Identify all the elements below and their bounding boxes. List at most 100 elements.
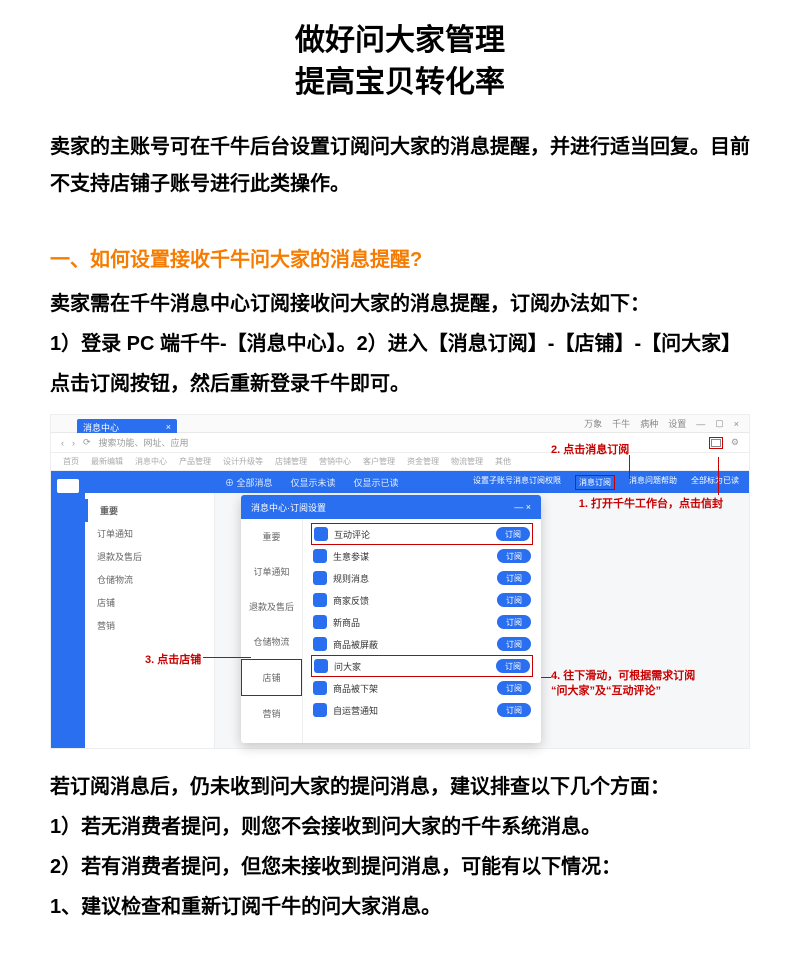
instructions-line-1: 卖家需在千牛消息中心订阅接收问大家的消息提醒，订阅办法如下： bbox=[50, 284, 750, 324]
option-icon bbox=[313, 571, 327, 585]
annotation-2: 2. 点击消息订阅 bbox=[551, 441, 629, 457]
tab-close-icon[interactable]: × bbox=[166, 422, 171, 432]
row-self-operation: 自运营通知 订阅 bbox=[311, 699, 533, 721]
tab-label: 消息中心 bbox=[83, 421, 119, 434]
option-icon bbox=[314, 527, 328, 541]
modal-title: 消息中心·订阅设置 bbox=[251, 501, 326, 514]
modal-header: 消息中心·订阅设置 — × bbox=[241, 495, 541, 519]
titlebar-item[interactable]: 千牛 bbox=[612, 417, 630, 430]
title-line-2: 提高宝贝转化率 bbox=[295, 66, 505, 99]
row-interaction-comments: 互动评论 订阅 bbox=[311, 523, 533, 545]
subscription-modal: 消息中心·订阅设置 — × 重要 订单通知 退款及售后 仓储物流 店铺 营销 互… bbox=[241, 495, 541, 743]
nav-item[interactable]: 产品管理 bbox=[179, 456, 211, 467]
subscribe-button[interactable]: 订阅 bbox=[497, 637, 531, 651]
window-minimize[interactable]: — bbox=[696, 419, 705, 429]
modal-cat-important[interactable]: 重要 bbox=[241, 519, 302, 554]
subscribe-button[interactable]: 订阅 bbox=[497, 549, 531, 563]
row-new-product: 新商品 订阅 bbox=[311, 611, 533, 633]
subscribe-button[interactable]: 订阅 bbox=[497, 593, 531, 607]
modal-option-list: 互动评论 订阅 生意参谋 订阅 规则消息 订阅 商家反馈 订阅 bbox=[303, 519, 541, 743]
modal-categories: 重要 订单通知 退款及售后 仓储物流 店铺 营销 bbox=[241, 519, 303, 743]
nav-item[interactable]: 客户管理 bbox=[363, 456, 395, 467]
section-1-heading: 一、如何设置接收千牛问大家的消息提醒? bbox=[50, 243, 750, 272]
subscribe-button[interactable]: 订阅 bbox=[497, 681, 531, 695]
title-line-1: 做好问大家管理 bbox=[295, 24, 505, 57]
option-icon bbox=[313, 637, 327, 651]
settings-icon[interactable]: ⚙ bbox=[731, 437, 739, 448]
subscribe-button[interactable]: 订阅 bbox=[497, 703, 531, 717]
row-blocked: 商品被屏蔽 订阅 bbox=[311, 633, 533, 655]
blue-toolbar: ⊕ 全部消息 仅显示未读 仅显示已读 设置子账号消息订阅权限 消息订阅 消息问题… bbox=[85, 471, 749, 493]
annotation-line bbox=[718, 457, 719, 495]
option-icon bbox=[313, 615, 327, 629]
annotation-1: 1. 打开千牛工作台，点击信封 bbox=[579, 495, 723, 511]
modal-cat-refund[interactable]: 退款及售后 bbox=[241, 589, 302, 624]
titlebar-item[interactable]: 设置 bbox=[668, 417, 686, 430]
side-item-shop[interactable]: 店铺 bbox=[85, 591, 214, 614]
subscribe-button[interactable]: 订阅 bbox=[496, 659, 530, 673]
address-bar: ‹ › ⟳ 搜索功能、网址、应用 ⚙ bbox=[51, 433, 749, 453]
nav-item[interactable]: 首页 bbox=[63, 456, 79, 467]
row-business-advisor: 生意参谋 订阅 bbox=[311, 545, 533, 567]
modal-cat-shop[interactable]: 店铺 bbox=[241, 659, 302, 696]
side-item-important[interactable]: 重要 bbox=[85, 499, 214, 522]
nav-back-icon[interactable]: ‹ bbox=[61, 438, 64, 448]
nav-item[interactable]: 物流管理 bbox=[451, 456, 483, 467]
troubleshoot-2-1: 1、建议检查和重新订阅千牛的问大家消息。 bbox=[50, 887, 750, 927]
row-rules: 规则消息 订阅 bbox=[311, 567, 533, 589]
subscribe-button[interactable]: 订阅 bbox=[496, 527, 530, 541]
nav-item[interactable]: 资金管理 bbox=[407, 456, 439, 467]
nav-item[interactable]: 最新编辑 bbox=[91, 456, 123, 467]
option-icon bbox=[313, 681, 327, 695]
titlebar-item[interactable]: 万象 bbox=[584, 417, 602, 430]
nav-refresh-icon[interactable]: ⟳ bbox=[83, 437, 91, 448]
sub-account-link[interactable]: 设置子账号消息订阅权限 bbox=[473, 475, 561, 490]
modal-close-icon[interactable]: — × bbox=[514, 502, 531, 512]
troubleshoot-1: 1）若无消费者提问，则您不会接收到问大家的千牛系统消息。 bbox=[50, 807, 750, 847]
titlebar-item[interactable]: 病种 bbox=[640, 417, 658, 430]
modal-cat-marketing[interactable]: 营销 bbox=[241, 696, 302, 731]
side-item-refund[interactable]: 退款及售后 bbox=[85, 545, 214, 568]
modal-cat-logistics[interactable]: 仓储物流 bbox=[241, 624, 302, 659]
mail-icon[interactable] bbox=[709, 437, 723, 449]
intro-paragraph: 卖家的主账号可在千牛后台设置订阅问大家的消息提醒，并进行适当回复。目前不支持店铺… bbox=[50, 129, 750, 203]
filter-read[interactable]: 仅显示已读 bbox=[354, 476, 399, 489]
left-rail bbox=[51, 471, 85, 748]
window-close[interactable]: × bbox=[734, 419, 739, 429]
filter-all[interactable]: ⊕ 全部消息 bbox=[225, 476, 273, 489]
modal-cat-orders[interactable]: 订单通知 bbox=[241, 554, 302, 589]
annotation-line bbox=[203, 657, 251, 658]
option-icon bbox=[313, 549, 327, 563]
window-maximize[interactable]: ▢ bbox=[715, 418, 724, 429]
mark-all-read[interactable]: 全部标为已读 bbox=[691, 475, 739, 490]
help-link[interactable]: 消息问题帮助 bbox=[629, 475, 677, 490]
option-icon bbox=[313, 593, 327, 607]
filter-unread[interactable]: 仅显示未读 bbox=[291, 476, 336, 489]
nav-item[interactable]: 营销中心 bbox=[319, 456, 351, 467]
top-nav: 首页 最新编辑 消息中心 产品管理 设计升级等 店铺管理 营销中心 客户管理 资… bbox=[51, 453, 749, 471]
side-item-marketing[interactable]: 营销 bbox=[85, 614, 214, 637]
option-icon bbox=[314, 659, 328, 673]
nav-forward-icon[interactable]: › bbox=[72, 438, 75, 448]
nav-item[interactable]: 消息中心 bbox=[135, 456, 167, 467]
nav-item[interactable]: 设计升级等 bbox=[223, 456, 263, 467]
side-menu: 重要 订单通知 退款及售后 仓储物流 店铺 营销 bbox=[85, 493, 215, 748]
nav-item[interactable]: 店铺管理 bbox=[275, 456, 307, 467]
side-item-orders[interactable]: 订单通知 bbox=[85, 522, 214, 545]
instructions-line-2: 1）登录 PC 端千牛-【消息中心】。2）进入【消息订阅】-【店铺】-【问大家】… bbox=[50, 324, 750, 404]
nav-item[interactable]: 其他 bbox=[495, 456, 511, 467]
annotation-line bbox=[629, 455, 630, 479]
troubleshoot-2: 2）若有消费者提问，但您未接收到提问消息，可能有以下情况： bbox=[50, 847, 750, 887]
troubleshoot-intro: 若订阅消息后，仍未收到问大家的提问消息，建议排查以下几个方面： bbox=[50, 767, 750, 807]
annotation-line bbox=[541, 677, 551, 678]
subscribe-button[interactable]: 订阅 bbox=[497, 571, 531, 585]
left-rail-item[interactable] bbox=[57, 479, 79, 493]
subscribe-button[interactable]: 订阅 bbox=[497, 615, 531, 629]
row-delisted: 商品被下架 订阅 bbox=[311, 677, 533, 699]
subscribe-link[interactable]: 消息订阅 bbox=[575, 475, 615, 490]
option-icon bbox=[313, 703, 327, 717]
annotation-4: 4. 往下滑动，可根据需求订阅“问大家”及“互动评论” bbox=[551, 669, 695, 700]
qianniu-screenshot: 万象 千牛 病种 设置 — ▢ × 消息中心 × ‹ › ⟳ 搜索功能、网址、应… bbox=[50, 414, 750, 749]
annotation-3: 3. 点击店铺 bbox=[145, 651, 201, 667]
side-item-logistics[interactable]: 仓储物流 bbox=[85, 568, 214, 591]
